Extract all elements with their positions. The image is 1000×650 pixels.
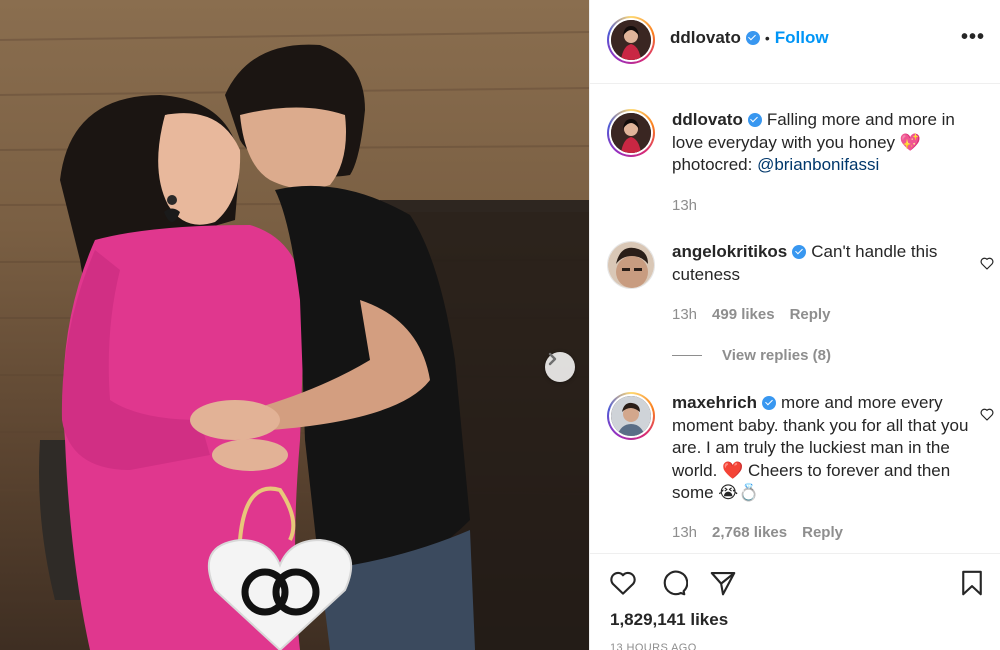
verified-badge-icon [745, 31, 760, 45]
post-footer: 1,829,141 likes 13 HOURS AGO [590, 553, 1000, 650]
comment-body: maxehrich more and more every moment baby… [672, 392, 972, 505]
caption-mention-link[interactable]: @brianbonifassi [757, 155, 879, 174]
post-side-panel: ddlovato • Follow ••• ddlovato Falling m… [589, 0, 1000, 650]
comment-likes[interactable]: 499 likes [712, 306, 775, 323]
comments-section[interactable]: ddlovato Falling more and more in love ev… [590, 85, 1000, 553]
post-image [0, 31, 589, 650]
caption-meta: 13h [672, 197, 697, 214]
follow-button[interactable]: Follow [775, 28, 829, 48]
like-comment-heart-icon[interactable] [979, 406, 995, 422]
paper-plane-icon[interactable] [708, 568, 738, 598]
comment-meta: 13h 499 likes Reply [672, 306, 830, 323]
verified-badge-icon [762, 396, 777, 410]
caption-credit-prefix: photocred: [672, 155, 758, 174]
view-replies-button[interactable]: View replies (8) [672, 347, 831, 364]
comment-author[interactable]: maxehrich [672, 393, 757, 412]
view-replies-label: View replies (8) [722, 347, 831, 364]
commenter-avatar-image [608, 242, 654, 288]
verified-badge-icon [792, 245, 807, 259]
verified-badge-icon [747, 113, 762, 127]
commenter-avatar-image [611, 396, 651, 436]
like-comment-heart-icon[interactable] [979, 255, 995, 271]
bookmark-icon[interactable] [957, 568, 987, 598]
post-header: ddlovato • Follow ••• [590, 0, 1000, 84]
chevron-right-icon [548, 352, 557, 366]
separator-dot: • [764, 30, 770, 46]
caption-time[interactable]: 13h [672, 197, 697, 214]
comment-time[interactable]: 13h [672, 524, 697, 541]
likes-count[interactable]: 1,829,141 likes [610, 610, 728, 630]
reply-button[interactable]: Reply [790, 306, 831, 323]
comment-time[interactable]: 13h [672, 306, 697, 323]
post-time-ago[interactable]: 13 HOURS AGO [610, 642, 697, 650]
post-photo[interactable] [0, 0, 589, 650]
header-user-row: ddlovato • Follow [670, 28, 829, 48]
commenter-avatar[interactable] [607, 241, 655, 289]
caption-author-avatar[interactable] [607, 109, 655, 157]
caption-avatar-image [611, 113, 651, 153]
author-avatar[interactable] [607, 16, 655, 64]
comment-likes[interactable]: 2,768 likes [712, 524, 787, 541]
comment-body: angelokritikos Can't handle this cuteness [672, 241, 972, 286]
caption-body: ddlovato Falling more and more in love ev… [672, 109, 972, 177]
action-bar [608, 568, 738, 598]
more-options-button[interactable]: ••• [961, 27, 985, 47]
author-avatar-image [611, 20, 651, 60]
comment-author[interactable]: angelokritikos [672, 242, 787, 261]
heart-icon[interactable] [608, 568, 638, 598]
comment-icon[interactable] [658, 568, 688, 598]
comment-meta: 13h 2,768 likes Reply [672, 524, 843, 541]
author-username[interactable]: ddlovato [670, 28, 741, 48]
caption-author[interactable]: ddlovato [672, 110, 743, 129]
reply-button[interactable]: Reply [802, 524, 843, 541]
commenter-avatar[interactable] [607, 392, 655, 440]
next-photo-button[interactable] [545, 352, 575, 382]
replies-line [672, 355, 702, 356]
